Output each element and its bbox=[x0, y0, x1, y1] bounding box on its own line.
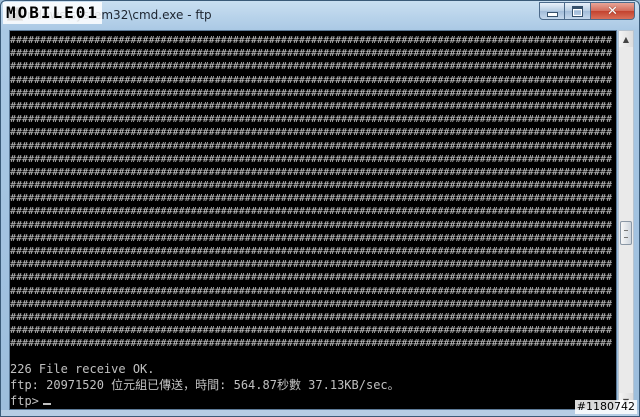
scroll-up-arrow-icon[interactable]: ▲ bbox=[619, 31, 633, 47]
hash-row: ########################################… bbox=[10, 193, 613, 205]
close-icon: ✕ bbox=[607, 3, 618, 19]
hash-row: ########################################… bbox=[10, 61, 613, 73]
transfer-progress-hashes: ########################################… bbox=[10, 34, 616, 351]
hash-row: ########################################… bbox=[10, 180, 613, 192]
hash-row: ########################################… bbox=[10, 74, 613, 86]
post-id-label: #1180742 bbox=[574, 400, 637, 414]
hash-row: ########################################… bbox=[10, 153, 613, 165]
hash-row: ########################################… bbox=[10, 87, 613, 99]
hash-row: ########################################… bbox=[10, 127, 613, 139]
title-bar[interactable]: ndows\system32\cmd.exe - ftp MOBILE01 ✕ bbox=[1, 1, 639, 29]
hash-row: ########################################… bbox=[10, 114, 613, 126]
hash-row: ########################################… bbox=[10, 246, 613, 257]
minimize-button[interactable] bbox=[539, 2, 565, 20]
hash-row: ########################################… bbox=[10, 325, 613, 337]
cmd-window: ndows\system32\cmd.exe - ftp MOBILE01 ✕ … bbox=[0, 0, 640, 417]
hash-row: ########################################… bbox=[10, 48, 613, 60]
vertical-scrollbar[interactable]: ▲ ▼ bbox=[618, 30, 634, 410]
hash-row: ########################################… bbox=[10, 219, 613, 231]
ftp-transfer-summary: ftp: 20971520 位元組已傳送，時間: 564.87秒數 37.13K… bbox=[10, 378, 400, 392]
hash-row: ########################################… bbox=[10, 285, 613, 297]
maximize-button[interactable] bbox=[565, 2, 591, 20]
hash-row: ########################################… bbox=[10, 298, 613, 310]
minimize-icon bbox=[546, 11, 558, 17]
window-controls: ✕ bbox=[539, 2, 635, 21]
ftp-status-line: 226 File receive OK. bbox=[10, 362, 155, 376]
hash-row: ########################################… bbox=[10, 338, 613, 350]
hash-row: ########################################… bbox=[10, 35, 613, 46]
console-output[interactable]: ########################################… bbox=[9, 30, 617, 410]
ftp-prompt: ftp> bbox=[10, 394, 39, 408]
watermark-logo: MOBILE01 bbox=[3, 2, 103, 24]
window-bottom-border bbox=[1, 410, 639, 416]
hash-row: ########################################… bbox=[10, 259, 613, 271]
hash-row: ########################################… bbox=[10, 140, 613, 152]
hash-row: ########################################… bbox=[10, 100, 613, 112]
text-cursor bbox=[42, 403, 51, 405]
maximize-icon bbox=[572, 5, 583, 17]
hash-row: ########################################… bbox=[10, 311, 613, 323]
hash-row: ########################################… bbox=[10, 232, 613, 244]
ftp-prompt-line[interactable]: ftp> bbox=[10, 393, 51, 409]
hash-row: ########################################… bbox=[10, 206, 613, 218]
scroll-thumb[interactable] bbox=[620, 221, 632, 245]
hash-row: ########################################… bbox=[10, 272, 613, 284]
hash-row: ########################################… bbox=[10, 166, 613, 178]
close-button[interactable]: ✕ bbox=[591, 2, 635, 20]
